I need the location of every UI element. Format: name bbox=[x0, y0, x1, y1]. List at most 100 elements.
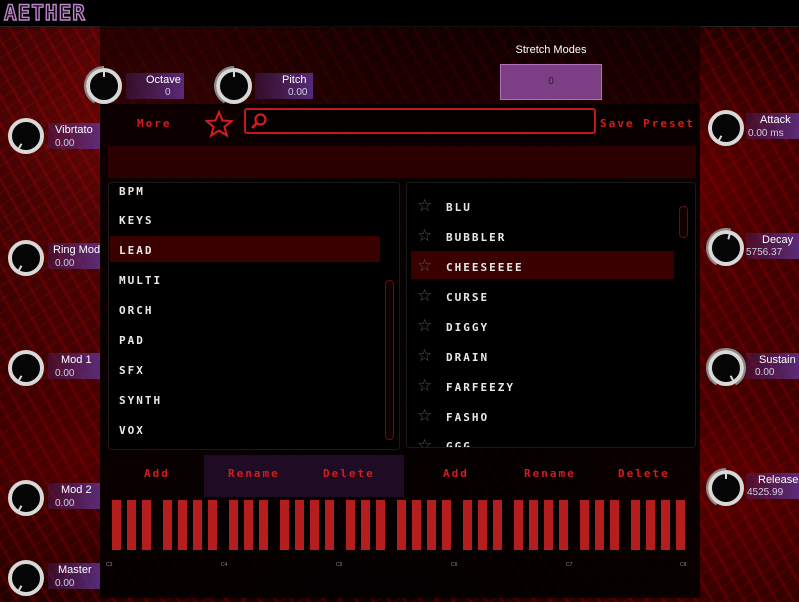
mod2-label: Mod 2 bbox=[61, 484, 92, 496]
piano-key[interactable] bbox=[610, 500, 619, 550]
category-item[interactable]: MULTI bbox=[119, 274, 162, 287]
sustain-knob[interactable] bbox=[706, 348, 746, 388]
preset-item[interactable]: GGG bbox=[446, 440, 472, 447]
vibrato-knob[interactable] bbox=[6, 116, 46, 156]
top-param-area bbox=[100, 26, 700, 106]
piano-key[interactable] bbox=[661, 500, 670, 550]
decay-knob[interactable] bbox=[706, 228, 746, 268]
piano-key[interactable] bbox=[412, 500, 421, 550]
preset-star-icon[interactable]: ☆ bbox=[417, 437, 432, 447]
knob-ring bbox=[8, 480, 44, 516]
rename-category-button[interactable]: Rename bbox=[228, 467, 280, 480]
category-item[interactable]: PAD bbox=[119, 334, 145, 347]
release-value: 4525.99 bbox=[747, 487, 784, 498]
piano-key[interactable] bbox=[514, 500, 523, 550]
preset-scrollbar[interactable] bbox=[679, 206, 688, 238]
piano-key[interactable] bbox=[595, 500, 604, 550]
piano-key[interactable] bbox=[127, 500, 136, 550]
preset-star-icon[interactable]: ☆ bbox=[417, 407, 432, 424]
piano-key[interactable] bbox=[427, 500, 436, 550]
mod1-knob[interactable] bbox=[6, 348, 46, 388]
piano-key[interactable] bbox=[229, 500, 238, 550]
piano-key[interactable] bbox=[361, 500, 370, 550]
preset-item[interactable]: FARFEEZY bbox=[446, 381, 515, 394]
piano-key[interactable] bbox=[346, 500, 355, 550]
knob-ring bbox=[708, 230, 744, 266]
favorite-star-icon[interactable] bbox=[203, 109, 235, 138]
piano-key[interactable] bbox=[193, 500, 202, 550]
piano-key[interactable] bbox=[544, 500, 553, 550]
knob-ring bbox=[708, 110, 744, 146]
master-knob[interactable] bbox=[6, 558, 46, 598]
piano-key[interactable] bbox=[559, 500, 568, 550]
piano-key[interactable] bbox=[397, 500, 406, 550]
piano-key[interactable] bbox=[376, 500, 385, 550]
piano-key[interactable] bbox=[676, 500, 685, 550]
preset-item-selected[interactable]: CHEESEEEE bbox=[446, 261, 524, 274]
category-item[interactable]: KEYS bbox=[119, 214, 154, 227]
piano-key[interactable] bbox=[142, 500, 151, 550]
piano-key[interactable] bbox=[580, 500, 589, 550]
rename-preset-button[interactable]: Rename bbox=[524, 467, 576, 480]
category-item-selected[interactable]: LEAD bbox=[119, 244, 154, 257]
stretch-modes-select[interactable]: 0 bbox=[500, 64, 602, 100]
piano-key[interactable] bbox=[631, 500, 640, 550]
category-item[interactable]: VOX bbox=[119, 424, 145, 437]
preset-star-icon[interactable]: ☆ bbox=[417, 377, 432, 394]
category-item[interactable]: ORCH bbox=[119, 304, 154, 317]
preset-item[interactable]: CURSE bbox=[446, 291, 489, 304]
preset-star-icon[interactable]: ☆ bbox=[417, 317, 432, 334]
add-category-button[interactable]: Add bbox=[144, 467, 170, 480]
attack-knob[interactable] bbox=[706, 108, 746, 148]
piano-key[interactable] bbox=[310, 500, 319, 550]
preset-item[interactable]: DIGGY bbox=[446, 321, 489, 334]
piano-key[interactable] bbox=[244, 500, 253, 550]
piano-key[interactable] bbox=[163, 500, 172, 550]
preset-item[interactable]: BUBBLER bbox=[446, 231, 506, 244]
preset-star-icon[interactable]: ☆ bbox=[417, 347, 432, 364]
delete-preset-button[interactable]: Delete bbox=[618, 467, 670, 480]
piano-key[interactable] bbox=[295, 500, 304, 550]
search-input[interactable] bbox=[272, 111, 594, 131]
keyboard[interactable] bbox=[108, 500, 696, 552]
piano-key[interactable] bbox=[442, 500, 451, 550]
save-preset-button[interactable]: Save Preset bbox=[600, 117, 695, 130]
preset-item[interactable]: FASHO bbox=[446, 411, 489, 424]
piano-key[interactable] bbox=[178, 500, 187, 550]
add-preset-button[interactable]: Add bbox=[443, 467, 469, 480]
octave-label: C7 bbox=[566, 562, 573, 568]
piano-key[interactable] bbox=[529, 500, 538, 550]
octave-knob[interactable] bbox=[84, 66, 124, 106]
piano-key[interactable] bbox=[112, 500, 121, 550]
category-item[interactable]: SFX bbox=[119, 364, 145, 377]
attack-label: Attack bbox=[760, 114, 791, 126]
preset-star-icon[interactable]: ☆ bbox=[417, 227, 432, 244]
mod2-value: 0.00 bbox=[55, 498, 75, 509]
preset-star-icon[interactable]: ☆ bbox=[417, 287, 432, 304]
ring-mod-knob[interactable] bbox=[6, 238, 46, 278]
category-item[interactable]: SYNTH bbox=[119, 394, 162, 407]
mod2-knob[interactable] bbox=[6, 478, 46, 518]
preset-star-icon[interactable]: ☆ bbox=[417, 257, 432, 274]
piano-key[interactable] bbox=[463, 500, 472, 550]
piano-key[interactable] bbox=[325, 500, 334, 550]
piano-key[interactable] bbox=[208, 500, 217, 550]
preset-item[interactable]: BLU bbox=[446, 201, 472, 214]
knob-ring bbox=[8, 118, 44, 154]
preset-item[interactable]: DRAIN bbox=[446, 351, 489, 364]
category-item[interactable]: BPM bbox=[119, 185, 145, 198]
piano-key[interactable] bbox=[646, 500, 655, 550]
piano-key[interactable] bbox=[478, 500, 487, 550]
category-scrollbar[interactable] bbox=[385, 280, 394, 440]
search-field[interactable] bbox=[244, 108, 596, 134]
mod1-label: Mod 1 bbox=[61, 354, 92, 366]
delete-category-button[interactable]: Delete bbox=[323, 467, 375, 480]
more-button[interactable]: More bbox=[137, 117, 172, 130]
release-knob[interactable] bbox=[706, 468, 746, 508]
preset-star-icon[interactable]: ☆ bbox=[417, 197, 432, 214]
piano-key[interactable] bbox=[493, 500, 502, 550]
piano-key[interactable] bbox=[280, 500, 289, 550]
decay-label: Decay bbox=[762, 234, 794, 246]
piano-key[interactable] bbox=[259, 500, 268, 550]
pitch-knob[interactable] bbox=[214, 66, 254, 106]
